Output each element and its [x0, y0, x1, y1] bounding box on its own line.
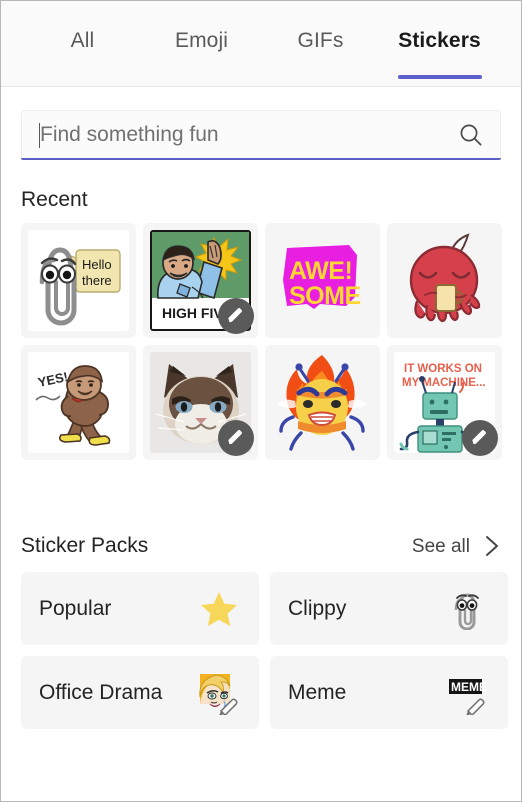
sticker-packs-header: Sticker Packs See all: [1, 534, 521, 558]
search-placeholder: Find something fun: [40, 123, 219, 146]
svg-text:IT WORKS ON: IT WORKS ON: [404, 363, 482, 375]
svg-text:there: there: [82, 273, 112, 288]
search-area: Find something fun: [1, 87, 521, 160]
sticker-angry-fire-bee[interactable]: [265, 345, 380, 460]
sticker-packs-title: Sticker Packs: [21, 533, 149, 557]
search-focus-underline: [21, 158, 501, 160]
recent-title: Recent: [21, 188, 88, 211]
star-icon: [197, 587, 241, 631]
pack-card-meme[interactable]: Meme MEME: [270, 656, 508, 729]
tab-stickers-label: Stickers: [398, 29, 481, 52]
sticker-red-character-mug[interactable]: [387, 223, 502, 338]
sticker-art: YES!: [28, 352, 129, 453]
tab-all-label: All: [70, 29, 95, 52]
svg-text:MEME: MEME: [451, 680, 487, 694]
tab-emoji-underline: [160, 75, 244, 79]
pack-card-clippy[interactable]: Clippy: [270, 572, 508, 645]
pack-label: Clippy: [288, 597, 347, 620]
sticker-picker-panel: All Emoji GIFs Stickers Find something f…: [0, 0, 522, 802]
edit-sticker-button[interactable]: [218, 298, 254, 334]
svg-text:MY MACHINE...: MY MACHINE...: [402, 377, 486, 389]
sticker-art: Hello there: [28, 230, 129, 331]
see-all-button[interactable]: See all: [412, 534, 501, 558]
svg-text:YES!: YES!: [37, 369, 70, 390]
search-input[interactable]: Find something fun: [21, 110, 501, 158]
popart-woman-pencil-icon: [197, 671, 241, 715]
pack-label: Popular: [39, 597, 112, 620]
pack-card-popular[interactable]: Popular: [21, 572, 259, 645]
recent-header: Recent: [1, 189, 521, 210]
sticker-awesome[interactable]: AWE! SOME: [265, 223, 380, 338]
tab-all[interactable]: All: [23, 1, 142, 87]
see-all-label: See all: [411, 535, 470, 557]
edit-sticker-button[interactable]: [218, 420, 254, 456]
tab-stickers[interactable]: Stickers: [380, 1, 499, 87]
tab-emoji-label: Emoji: [174, 29, 228, 52]
recent-sticker-grid: Hello there HIGH FIVE AWE! SOME YES! IT …: [1, 210, 521, 460]
sticker-packs-section: Sticker Packs See all Popular Clippy Off…: [1, 534, 521, 729]
sticker-clippy-hello-there[interactable]: Hello there: [21, 223, 136, 338]
search-icon[interactable]: [458, 122, 484, 148]
pack-card-office-drama[interactable]: Office Drama: [21, 656, 259, 729]
paperclip-icon: [446, 587, 490, 631]
sticker-grumpy-cat[interactable]: [143, 345, 258, 460]
edit-sticker-button[interactable]: [462, 420, 498, 456]
tab-emoji[interactable]: Emoji: [142, 1, 261, 87]
tab-gifs[interactable]: GIFs: [261, 1, 380, 87]
sticker-robot-it-works[interactable]: IT WORKS ON MY MACHINE...: [387, 345, 502, 460]
tab-gifs-underline: [279, 75, 363, 79]
svg-text:AWE!: AWE!: [289, 257, 352, 285]
recent-section: Recent Hello there HIGH FIVE AWE! SOME Y…: [1, 189, 521, 460]
pack-label: Meme: [288, 681, 347, 704]
svg-text:Hello: Hello: [82, 257, 112, 272]
pack-label: Office Drama: [39, 681, 163, 704]
tab-stickers-underline: [397, 75, 482, 79]
sticker-art: [265, 345, 380, 460]
sticker-high-five-comic[interactable]: HIGH FIVE: [143, 223, 258, 338]
category-tabbar: All Emoji GIFs Stickers: [1, 1, 521, 87]
tab-all-underline: [41, 75, 125, 79]
svg-text:SOME: SOME: [289, 282, 361, 310]
meme-pencil-icon: MEME: [446, 671, 490, 715]
sticker-packs-grid: Popular Clippy Office Drama Meme MEME: [1, 558, 521, 729]
tab-gifs-label: GIFs: [297, 29, 344, 52]
chevron-right-icon: [483, 534, 501, 558]
sticker-art: AWE! SOME: [265, 223, 380, 338]
text-caret: [39, 123, 40, 148]
sticker-art: [387, 223, 502, 338]
sticker-monkey-yes[interactable]: YES!: [21, 345, 136, 460]
